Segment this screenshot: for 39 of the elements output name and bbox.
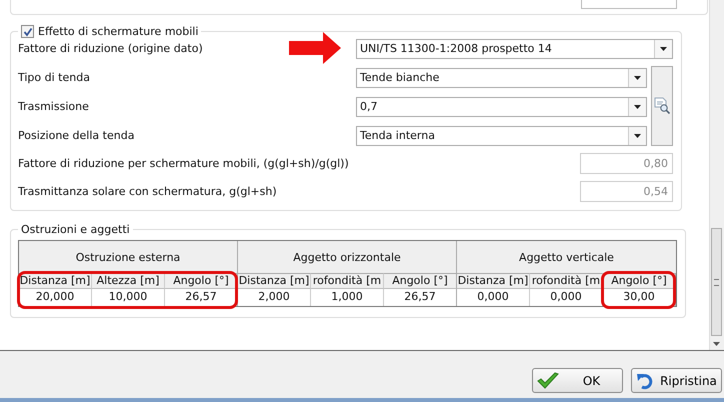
- dropdown[interactable]: Tende bianche: [356, 68, 647, 88]
- column-header: rofondità [m: [311, 273, 384, 289]
- field-label: Tipo di tenda: [18, 71, 91, 84]
- reset-button[interactable]: Ripristina: [631, 368, 722, 393]
- field-label: Trasmissione: [18, 100, 90, 113]
- input-field[interactable]: [581, 0, 677, 9]
- dropdown[interactable]: UNI/TS 11300-1:2008 prospetto 14: [356, 38, 673, 58]
- column-group-header: Aggetto orizzontale: [238, 241, 457, 273]
- ok-button[interactable]: OK: [532, 368, 623, 393]
- group-title: Effetto di schermature mobili: [38, 25, 198, 38]
- dropdown[interactable]: 0,7: [356, 96, 647, 116]
- field-label: Fattore di riduzione (origine dato): [18, 42, 204, 55]
- column-header: Angolo [°]: [384, 273, 457, 289]
- column-header: Distanza [m]: [19, 273, 92, 289]
- caret-icon: [634, 104, 641, 108]
- readonly-field: 0,80: [580, 153, 673, 174]
- caret-icon: [660, 46, 667, 50]
- document-search-icon: [653, 97, 671, 115]
- caret-icon: [634, 134, 641, 138]
- column-header: Angolo [°]: [165, 273, 238, 289]
- caret-icon: [634, 76, 641, 80]
- scrollbar[interactable]: [709, 0, 724, 350]
- group-title: Ostruzioni e aggetti: [21, 223, 130, 236]
- column-header: Distanza [m]: [238, 273, 311, 289]
- column-header: Distanza [m]: [457, 273, 530, 289]
- column-group-header: Ostruzione esterna: [19, 241, 238, 273]
- readonly-field: 0,54: [580, 181, 673, 202]
- dropdown[interactable]: Tenda interna: [356, 126, 647, 146]
- field-label: Fattore di riduzione per schermature mobili, (g(gl+sh)/g(gl)): [18, 157, 350, 170]
- scroll-down-icon[interactable]: [713, 342, 720, 346]
- column-group-header: Aggetto verticale: [457, 241, 676, 273]
- column-header: Altezza [m]: [92, 273, 165, 289]
- lookup-button[interactable]: [651, 66, 673, 146]
- undo-icon: [636, 372, 654, 390]
- field-label: Trasmittanza solare con schermatura, g(gl+sh): [18, 185, 278, 198]
- column-header: rofondità [m: [530, 273, 603, 289]
- checkbox[interactable]: [21, 25, 34, 38]
- checkmark-icon: [537, 372, 559, 390]
- field-label: Posizione della tenda: [18, 129, 136, 142]
